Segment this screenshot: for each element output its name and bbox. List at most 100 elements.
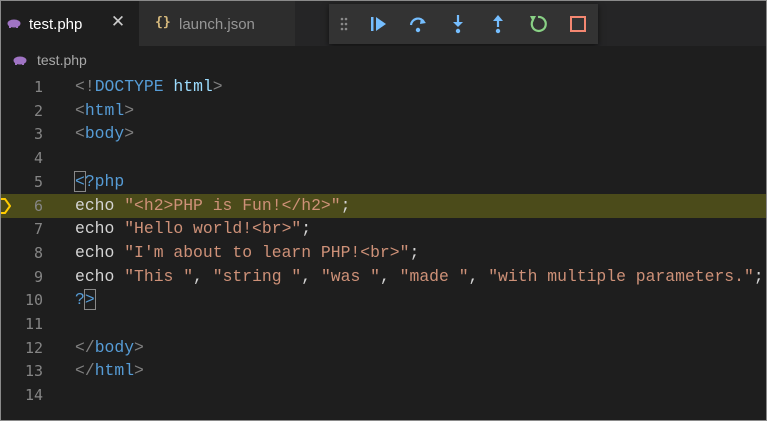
code-token: </ bbox=[75, 361, 95, 381]
continue-icon[interactable] bbox=[367, 13, 389, 35]
code-token: , bbox=[301, 266, 321, 286]
code-token: </ bbox=[75, 337, 95, 357]
code-text: ?> bbox=[75, 289, 96, 311]
code-token: html bbox=[94, 361, 135, 381]
line-number: 11 bbox=[24, 315, 43, 333]
code-line[interactable]: 14 bbox=[1, 383, 766, 407]
code-token: "I'm about to learn PHP!<br>" bbox=[124, 242, 410, 262]
code-line[interactable]: 13 </html> bbox=[1, 359, 766, 383]
code-token: , bbox=[379, 266, 400, 286]
line-number: 4 bbox=[33, 149, 43, 168]
code-line[interactable]: 6 echo "<h2>PHP is Fun!</h2>"; bbox=[1, 193, 766, 218]
code-line[interactable]: 3 <body> bbox=[1, 122, 766, 146]
code-line[interactable]: 2 <html> bbox=[1, 99, 766, 123]
code-token: , bbox=[468, 266, 489, 286]
code-text: echo "Hello world!<br>"; bbox=[75, 219, 311, 238]
code-token: "This " bbox=[124, 266, 194, 286]
code-token: echo bbox=[75, 242, 125, 262]
code-line[interactable]: 8 echo "I'm about to learn PHP!<br>"; bbox=[1, 241, 766, 265]
line-number: 13 bbox=[24, 362, 43, 381]
code-token: "Hello world!<br>" bbox=[124, 219, 302, 239]
breadcrumb: test.php bbox=[1, 46, 766, 74]
code-token: > bbox=[134, 361, 144, 381]
step-over-icon[interactable] bbox=[407, 13, 429, 35]
code-text: <body> bbox=[75, 124, 134, 143]
code-text: <html> bbox=[75, 101, 134, 120]
line-number: 1 bbox=[33, 78, 43, 96]
code-token: DOCTYPE bbox=[94, 77, 164, 96]
tab-label: test.php bbox=[29, 16, 83, 33]
code-token: html bbox=[173, 77, 213, 96]
tab-launch-json[interactable]: {} launch.json bbox=[139, 1, 295, 46]
step-out-icon[interactable] bbox=[487, 13, 509, 35]
line-number: 10 bbox=[24, 291, 43, 310]
code-text: echo "I'm about to learn PHP!<br>"; bbox=[75, 243, 419, 262]
code-line[interactable]: 10 ?> bbox=[1, 288, 766, 312]
code-token: html bbox=[84, 100, 125, 120]
line-number: 12 bbox=[24, 338, 43, 357]
code-token: echo bbox=[75, 219, 125, 239]
code-token: body bbox=[94, 337, 135, 357]
code-text: echo "This ", "string ", "was ", "made "… bbox=[75, 267, 764, 286]
code-token: "with multiple parameters." bbox=[488, 266, 754, 286]
tab-test-php[interactable]: test.php ✕ bbox=[1, 1, 139, 46]
close-icon[interactable]: ✕ bbox=[109, 13, 127, 31]
code-line[interactable]: 1 <!DOCTYPE html> bbox=[1, 75, 766, 99]
code-token: echo bbox=[75, 195, 125, 215]
code-token: > bbox=[124, 100, 135, 120]
code-token: ; bbox=[753, 266, 764, 286]
code-token: "made " bbox=[399, 266, 469, 286]
code-token: ; bbox=[340, 195, 351, 215]
php-elephant-icon bbox=[7, 19, 21, 28]
code-text: </body> bbox=[75, 338, 144, 357]
line-number: 9 bbox=[33, 267, 43, 286]
code-line[interactable]: 5 <?php bbox=[1, 170, 766, 194]
code-text: </html> bbox=[75, 361, 144, 380]
code-token: > bbox=[134, 337, 144, 357]
code-token: ?php bbox=[84, 171, 125, 191]
tab-label: launch.json bbox=[179, 16, 255, 33]
code-editor[interactable]: 1 <!DOCTYPE html> 2 <html> 3 <body> 4 5 <?php 6 ec… bbox=[1, 74, 766, 420]
editor-window: test.php ✕ {} launch.json test.php 1 <!D… bbox=[0, 0, 767, 421]
line-number: 8 bbox=[33, 243, 43, 262]
code-line[interactable]: 7 echo "Hello world!<br>"; bbox=[1, 217, 766, 241]
code-token: ? bbox=[75, 290, 85, 310]
code-token: "string " bbox=[212, 266, 302, 286]
code-token: < bbox=[75, 100, 85, 120]
code-token: <! bbox=[75, 77, 95, 96]
code-text: <!DOCTYPE html> bbox=[75, 77, 223, 96]
code-text: echo "<h2>PHP is Fun!</h2>"; bbox=[75, 196, 350, 215]
line-number: 6 bbox=[33, 196, 43, 215]
code-token: , bbox=[193, 266, 213, 286]
breadcrumb-file[interactable]: test.php bbox=[37, 52, 87, 68]
php-elephant-icon bbox=[13, 56, 27, 65]
code-text: <?php bbox=[74, 170, 125, 192]
code-token: < bbox=[75, 124, 85, 144]
stop-icon[interactable] bbox=[567, 13, 589, 35]
code-token: body bbox=[84, 124, 125, 144]
code-token: echo bbox=[75, 266, 125, 286]
code-line[interactable]: 11 bbox=[1, 312, 766, 336]
json-braces-icon: {} bbox=[155, 15, 171, 30]
restart-icon[interactable] bbox=[527, 13, 549, 35]
code-token: "<h2>PHP is Fun!</h2>" bbox=[124, 195, 341, 215]
code-token: ; bbox=[409, 242, 420, 262]
drag-grip-icon[interactable] bbox=[339, 15, 349, 33]
step-into-icon[interactable] bbox=[447, 13, 469, 35]
debug-toolbar bbox=[329, 4, 598, 44]
code-token: ; bbox=[301, 219, 312, 239]
code-token: > bbox=[83, 289, 96, 311]
line-number: 14 bbox=[24, 386, 43, 405]
code-line[interactable]: 12 </body> bbox=[1, 336, 766, 360]
code-line[interactable]: 4 bbox=[1, 146, 766, 170]
line-number: 7 bbox=[33, 220, 43, 239]
code-line[interactable]: 9 echo "This ", "string ", "was ", "made … bbox=[1, 265, 766, 289]
line-number: 2 bbox=[33, 101, 43, 120]
line-number: 3 bbox=[33, 125, 43, 144]
code-token: "was " bbox=[320, 266, 380, 286]
code-token: < bbox=[74, 170, 86, 192]
code-token: > bbox=[212, 77, 223, 96]
line-number: 5 bbox=[33, 172, 43, 191]
code-token: > bbox=[124, 124, 135, 144]
